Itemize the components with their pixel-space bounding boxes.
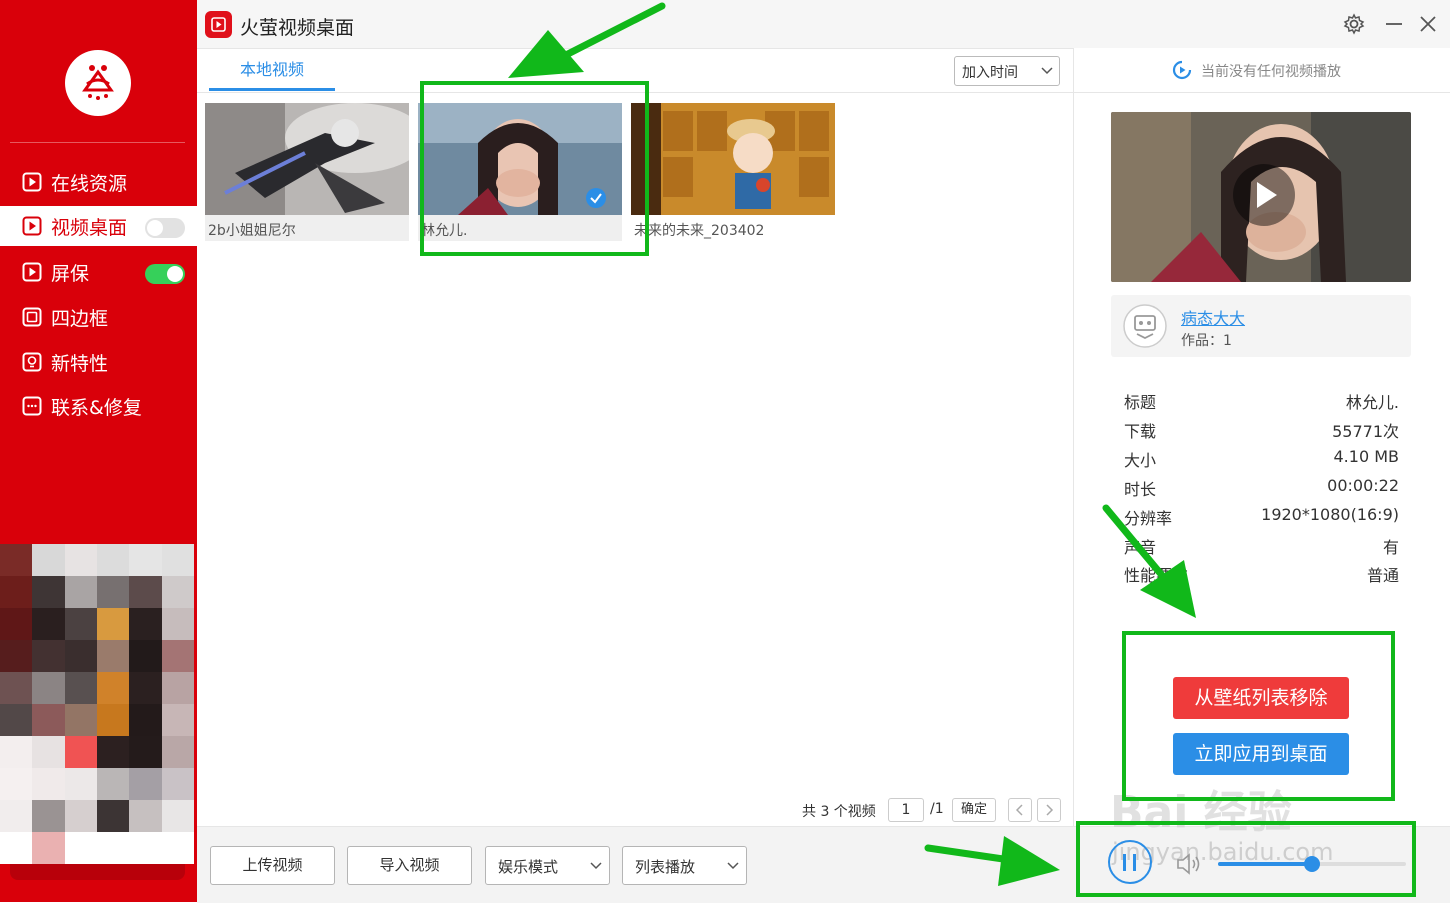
title-bar: 火萤视频桌面 xyxy=(197,0,1450,49)
info-value: 55771次 xyxy=(1332,422,1399,441)
sidebar-footer xyxy=(10,864,185,880)
play-square-icon xyxy=(22,216,42,236)
close-icon[interactable] xyxy=(1416,12,1440,36)
info-key: 下载 xyxy=(1124,422,1157,441)
play-icon xyxy=(1257,182,1277,208)
info-value: 4.10 MB xyxy=(1333,447,1400,466)
playback-select-value: 列表播放 xyxy=(635,858,696,876)
sidebar-item-label: 四边框 xyxy=(51,308,109,330)
lightbulb-icon xyxy=(22,352,42,372)
sort-select[interactable]: 加入时间 xyxy=(954,56,1060,86)
prev-page-button[interactable] xyxy=(1008,798,1032,822)
sidebar-divider xyxy=(10,142,185,143)
video-preview[interactable] xyxy=(1111,112,1411,282)
playback-select[interactable]: 列表播放 xyxy=(622,846,747,885)
tab-local-videos[interactable]: 本地视频 xyxy=(209,58,335,90)
video-thumbnail xyxy=(631,103,835,215)
info-value: 1920*1080(16:9) xyxy=(1261,505,1399,524)
author-avatar xyxy=(1123,304,1167,348)
next-page-button[interactable] xyxy=(1037,798,1061,822)
toggle-knob xyxy=(147,220,163,236)
author-card[interactable]: 病态大大 作品：1 xyxy=(1111,295,1411,357)
author-name-link[interactable]: 病态大大 xyxy=(1181,305,1245,329)
mode-select-value: 娱乐模式 xyxy=(498,858,559,876)
faded-title-text xyxy=(1237,18,1337,30)
info-row-title: 标题 林允儿. xyxy=(1124,389,1399,413)
video-desktop-toggle[interactable] xyxy=(145,218,185,238)
info-key: 性能要求 xyxy=(1124,566,1189,585)
info-row-downloads: 下载 55771次 xyxy=(1124,418,1399,442)
info-value: 林允儿. xyxy=(1345,393,1399,412)
firefly-icon xyxy=(82,65,114,100)
video-card[interactable]: 2b小姐姐尼尔 xyxy=(205,103,409,241)
chevron-down-icon xyxy=(1041,67,1053,75)
author-works-count: 作品：1 xyxy=(1181,333,1232,349)
info-row-duration: 时长 00:00:22 xyxy=(1124,476,1399,500)
highlight-box-player-controls xyxy=(1076,821,1416,897)
chevron-down-icon xyxy=(727,862,739,870)
app-title: 火萤视频桌面 xyxy=(240,17,355,39)
video-title: 2b小姐姐尼尔 xyxy=(208,223,296,239)
chevron-right-icon xyxy=(1046,804,1054,816)
sidebar-item-contact-repair[interactable]: 联系&修复 xyxy=(0,386,197,426)
screensaver-toggle[interactable] xyxy=(145,264,185,284)
sidebar-item-label: 新特性 xyxy=(51,353,109,375)
chevron-left-icon xyxy=(1015,804,1023,816)
info-row-size: 大小 4.10 MB xyxy=(1124,447,1399,471)
playback-status-text: 当前没有任何视频播放 xyxy=(1201,64,1341,80)
highlight-box-selected-video xyxy=(420,81,649,256)
info-key: 标题 xyxy=(1124,393,1157,412)
chevron-down-icon xyxy=(590,862,602,870)
info-value: 有 xyxy=(1382,538,1399,557)
video-thumbnail xyxy=(205,103,409,215)
mode-select[interactable]: 娱乐模式 xyxy=(485,846,610,885)
firefly-logo xyxy=(65,50,131,116)
video-card[interactable]: 未来的未来_203402 xyxy=(631,103,835,241)
info-value: 00:00:22 xyxy=(1327,476,1399,495)
sidebar-item-label: 视频桌面 xyxy=(51,217,128,239)
sidebar-item-screensaver[interactable]: 屏保 xyxy=(0,252,197,292)
sidebar-item-new-features[interactable]: 新特性 xyxy=(0,342,197,382)
play-button[interactable] xyxy=(1233,164,1295,226)
highlight-box-action-buttons xyxy=(1122,631,1395,801)
upload-video-button[interactable]: 上传视频 xyxy=(210,846,335,885)
info-key: 声音 xyxy=(1124,538,1157,557)
video-title: 未来的未来_203402 xyxy=(634,223,765,239)
sidebar-item-label: 屏保 xyxy=(51,263,90,285)
sort-select-value: 加入时间 xyxy=(962,65,1018,81)
app-logo-icon xyxy=(205,11,232,38)
sidebar-item-border[interactable]: 四边框 xyxy=(0,297,197,337)
tab-underline xyxy=(209,88,335,91)
minimize-icon[interactable] xyxy=(1382,12,1406,36)
play-square-icon xyxy=(22,172,42,192)
gear-icon[interactable] xyxy=(1342,12,1366,36)
sidebar-item-video-desktop[interactable]: 视频桌面 xyxy=(0,206,197,246)
pixelated-avatar xyxy=(0,544,194,864)
sidebar-item-online-resources[interactable]: 在线资源 xyxy=(0,162,197,202)
info-key: 时长 xyxy=(1124,480,1157,499)
info-key: 大小 xyxy=(1124,451,1157,470)
page-number-input[interactable]: 1 xyxy=(888,798,924,822)
sidebar-item-label: 在线资源 xyxy=(51,173,128,195)
info-row-performance: 性能要求 普通 xyxy=(1124,562,1399,586)
info-value: 普通 xyxy=(1366,566,1399,585)
pagination-total: 共 3 个视频 xyxy=(802,804,876,820)
page-confirm-button[interactable]: 确定 xyxy=(952,798,996,822)
toggle-knob xyxy=(167,266,183,282)
sidebar: 在线资源 视频桌面 屏保 四边框 新特性 联系&修复 xyxy=(0,0,197,902)
playback-status-bar: 当前没有任何视频播放 xyxy=(1074,48,1450,93)
info-row-audio: 声音 有 xyxy=(1124,534,1399,558)
import-video-button[interactable]: 导入视频 xyxy=(347,846,472,885)
refresh-play-icon xyxy=(1172,60,1192,80)
chat-icon xyxy=(22,396,42,416)
sidebar-item-label: 联系&修复 xyxy=(51,397,142,419)
pagination-of: /1 xyxy=(930,801,944,817)
info-row-resolution: 分辨率 1920*1080(16:9) xyxy=(1124,505,1399,529)
pagination: 共 3 个视频 1 /1 确定 xyxy=(802,798,1062,822)
play-square-icon xyxy=(22,262,42,282)
info-key: 分辨率 xyxy=(1124,509,1173,528)
square-icon xyxy=(22,307,42,327)
